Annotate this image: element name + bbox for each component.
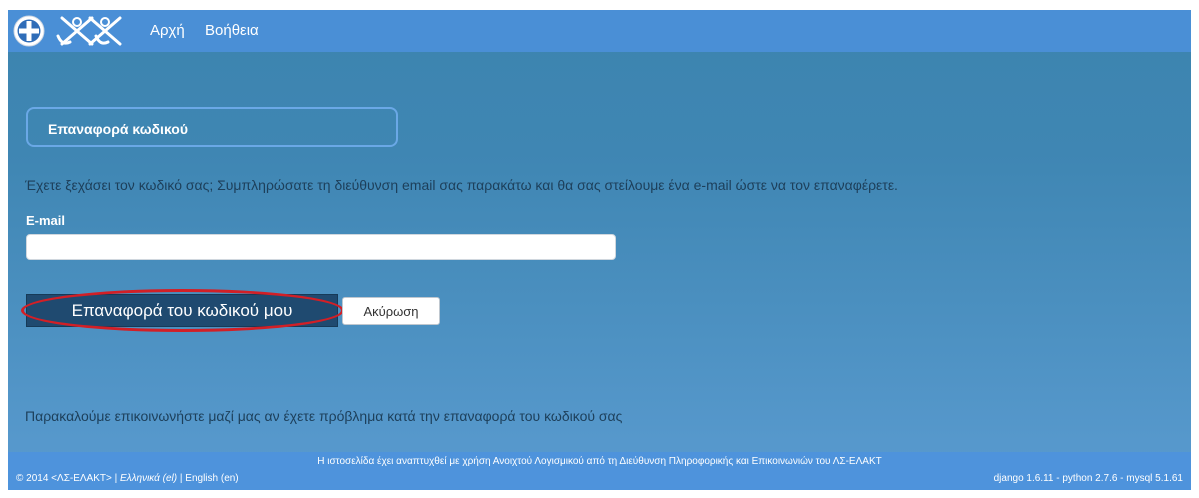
nav-home-link[interactable]: Αρχή [150, 22, 185, 39]
email-field[interactable] [26, 234, 616, 260]
footer-left: © 2014 <ΛΣ-ΕΛΑΚΤ> | Ελληνικά (el) | Engl… [16, 473, 239, 484]
greek-coat-of-arms-icon [13, 15, 45, 47]
copyright-text: © 2014 <ΛΣ-ΕΛΑΚΤ> [16, 473, 112, 484]
instructions-text: Έχετε ξεχάσει τον κωδικό σας; Συμπληρώσα… [25, 177, 898, 193]
footer-note: Η ιστοσελίδα έχει αναπτυχθεί με χρήση Αν… [317, 456, 882, 467]
footer-separator: | [114, 473, 118, 484]
footer-separator: | [179, 473, 183, 484]
page-frame: Αρχή Βοήθεια Επαναφορά κωδικού Έχετε ξεχ… [8, 10, 1191, 490]
coast-guard-anchor-emblem-icon [56, 16, 122, 46]
reset-password-button[interactable]: Επαναφορά του κωδικού μου [26, 294, 338, 327]
nav-help-link[interactable]: Βοήθεια [205, 22, 259, 39]
email-label: E-mail [26, 213, 66, 228]
page-title: Επαναφορά κωδικού [26, 107, 398, 147]
top-navbar: Αρχή Βοήθεια [8, 10, 1191, 52]
language-link-el[interactable]: Ελληνικά (el) [120, 473, 177, 484]
footer: Η ιστοσελίδα έχει αναπτυχθεί με χρήση Αν… [8, 452, 1191, 490]
cancel-button[interactable]: Ακύρωση [342, 297, 440, 325]
language-link-en[interactable]: English (en) [185, 473, 238, 484]
contact-note: Παρακαλούμε επικοινωνήστε μαζί μας αν έχ… [25, 408, 623, 424]
version-info: django 1.6.11 - python 2.7.6 - mysql 5.1… [993, 473, 1183, 484]
